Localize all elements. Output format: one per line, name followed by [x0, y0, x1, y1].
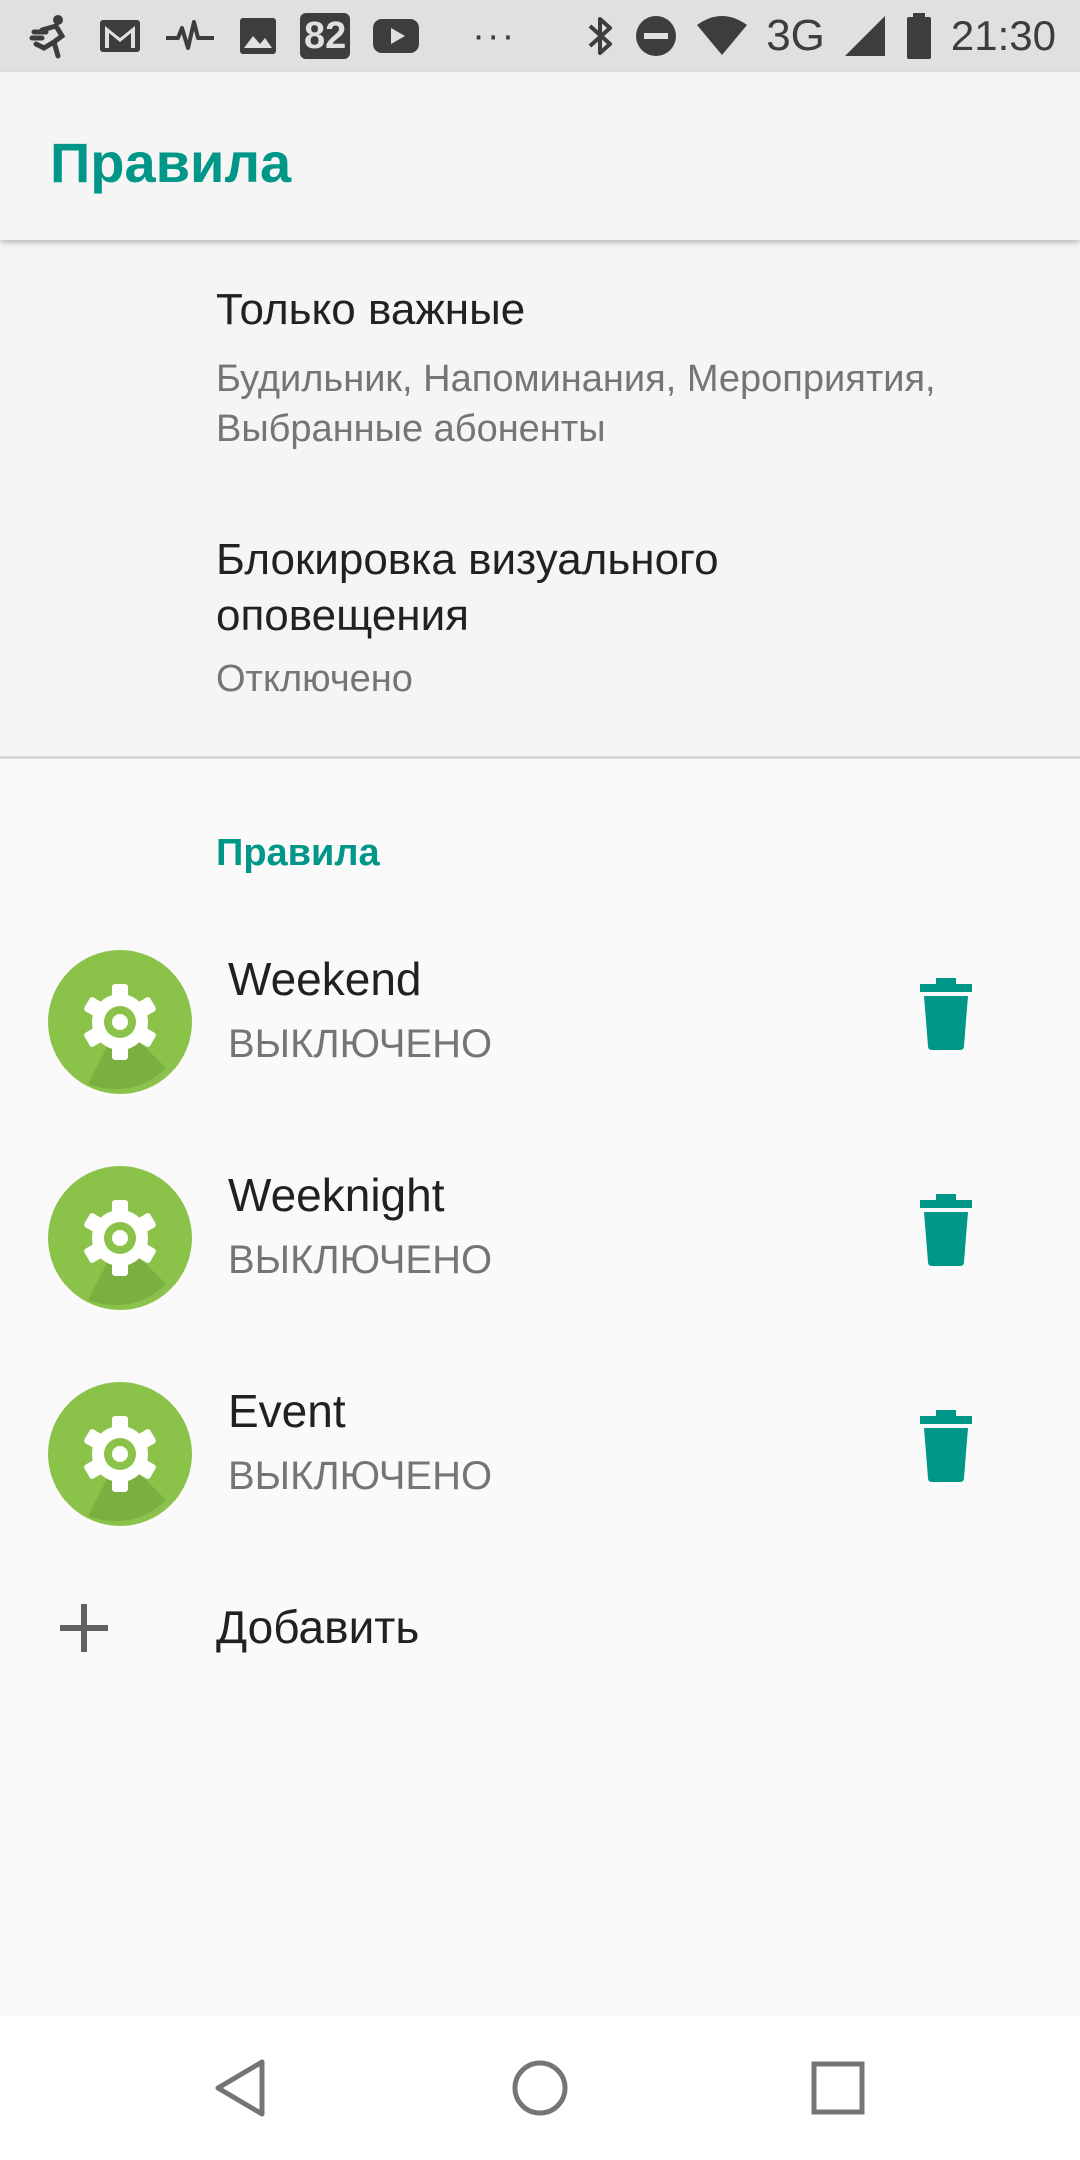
- rule-status: ВЫКЛЮЧЕНО: [228, 1022, 493, 1066]
- pulse-icon: [164, 16, 216, 56]
- battery-icon: [905, 12, 933, 60]
- system-icons: 3G 21:30: [586, 10, 1056, 62]
- priority-only-summary: Будильник, Напоминания, Мероприятия, Выб…: [216, 358, 936, 450]
- rule-name: Weekend: [228, 953, 422, 1005]
- rule-name: Event: [228, 1385, 346, 1437]
- page-title: Правила: [50, 131, 292, 194]
- status-bar: 82 ··· 3G 21:30: [0, 0, 1080, 72]
- back-icon[interactable]: [206, 2052, 278, 2124]
- delete-icon[interactable]: [916, 1194, 976, 1266]
- visual-block-title: Блокировка визуального оповещения: [216, 535, 719, 640]
- priority-only-title: Только важные: [216, 285, 526, 334]
- navigation-bar: [0, 2016, 1080, 2160]
- network-type: 3G: [766, 11, 825, 60]
- notification-icons: 82 ···: [28, 10, 546, 62]
- add-rule-button[interactable]: Добавить: [0, 1560, 1080, 1696]
- running-app-icon: [28, 12, 76, 60]
- plus-icon: [60, 1604, 108, 1652]
- home-icon[interactable]: [504, 2052, 576, 2124]
- more-dots-icon: ···: [472, 14, 517, 57]
- rule-name: Weeknight: [228, 1169, 445, 1221]
- gear-icon: [48, 950, 192, 1094]
- priority-only-item[interactable]: Только важные Будильник, Напоминания, Ме…: [0, 240, 1080, 490]
- bluetooth-icon: [586, 13, 616, 59]
- delete-icon[interactable]: [916, 978, 976, 1050]
- rule-item-weekend[interactable]: Weekend ВЫКЛЮЧЕНО: [0, 912, 1080, 1128]
- visual-block-summary: Отключено: [216, 658, 413, 700]
- gear-icon: [48, 1382, 192, 1526]
- clock: 21:30: [950, 12, 1056, 59]
- youtube-icon: [372, 17, 420, 55]
- rule-status: ВЫКЛЮЧЕНО: [228, 1454, 493, 1498]
- badge-82-icon: 82: [300, 13, 351, 59]
- gmail-icon: [98, 16, 142, 56]
- rules-section-header: Правила: [216, 832, 380, 874]
- visual-block-item[interactable]: Блокировка визуального оповещения Отключ…: [0, 490, 1080, 756]
- delete-icon[interactable]: [916, 1410, 976, 1482]
- rule-item-weeknight[interactable]: Weeknight ВЫКЛЮЧЕНО: [0, 1128, 1080, 1344]
- add-rule-label: Добавить: [216, 1601, 420, 1653]
- do-not-disturb-icon: [634, 14, 678, 58]
- wifi-icon: [696, 15, 748, 57]
- app-bar: Правила: [0, 72, 1080, 240]
- preferences-list: Только важные Будильник, Напоминания, Ме…: [0, 240, 1080, 756]
- gear-icon: [48, 1166, 192, 1310]
- mobile-signal-icon: [843, 14, 887, 58]
- divider: [0, 756, 1080, 759]
- recents-icon[interactable]: [802, 2052, 874, 2124]
- rule-status: ВЫКЛЮЧЕНО: [228, 1238, 493, 1282]
- rule-item-event[interactable]: Event ВЫКЛЮЧЕНО: [0, 1344, 1080, 1560]
- image-icon: [238, 16, 278, 56]
